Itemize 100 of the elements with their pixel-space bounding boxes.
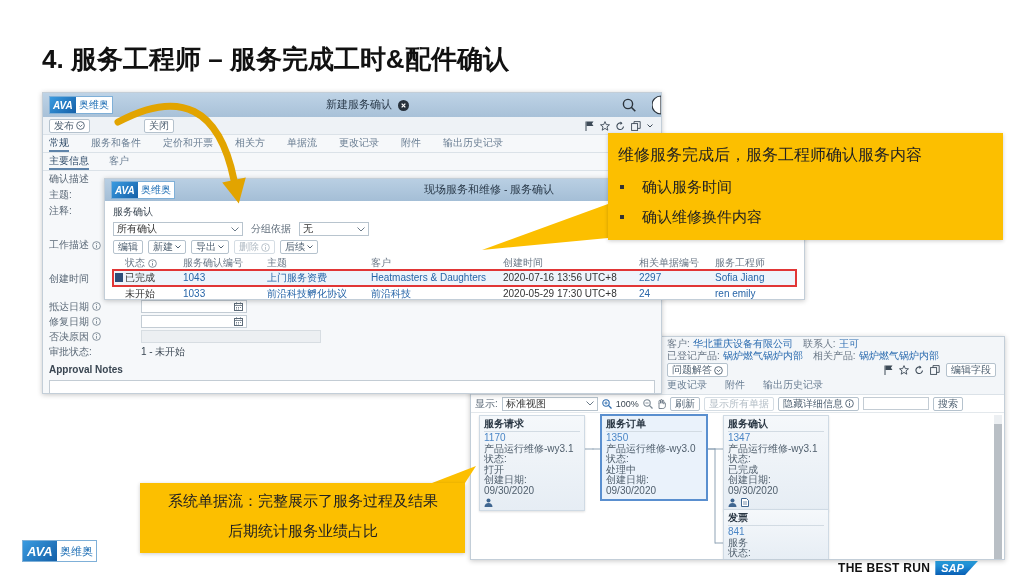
tab[interactable]: 相关方 bbox=[235, 135, 265, 152]
tab[interactable]: 定价和开票 bbox=[163, 135, 213, 152]
view-dropdown[interactable]: 标准视图 bbox=[501, 396, 598, 411]
node-text: 09/30/2020 bbox=[728, 485, 779, 496]
search-field[interactable] bbox=[862, 397, 929, 410]
table-row[interactable]: 未开始 1033 前沿科技孵化协议 前沿科技 2020-05-29 17:30 UTC+8 24 ren emily bbox=[113, 286, 796, 299]
info-link[interactable]: 华北重庆设备有限公司 bbox=[692, 338, 793, 350]
callout-text: 确认服务时间 bbox=[642, 177, 732, 197]
column-header[interactable]: 相关单据编号 bbox=[639, 256, 699, 270]
document-icon[interactable] bbox=[741, 498, 749, 507]
tab[interactable]: 常规 bbox=[49, 135, 69, 152]
tab[interactable]: 更改记录 bbox=[667, 378, 707, 394]
toolbar-button[interactable]: 导出 bbox=[191, 240, 229, 254]
refresh-icon[interactable] bbox=[915, 365, 924, 375]
callout-text: 确认维修换件内容 bbox=[642, 207, 762, 227]
table-cell-text: 2020-07-16 13:56 UTC+8 bbox=[503, 272, 618, 283]
toolbar-button[interactable]: 后续 bbox=[280, 240, 318, 254]
person-icon[interactable] bbox=[728, 498, 737, 507]
zoom-out-icon[interactable] bbox=[642, 398, 653, 409]
field-label: 创建时间 bbox=[49, 273, 89, 285]
toolbar-button[interactable]: 关闭 bbox=[144, 118, 174, 133]
edit-fields-button[interactable]: 编辑字段 bbox=[946, 363, 996, 377]
caret-icon bbox=[231, 226, 239, 232]
node-title: 服务确认 bbox=[728, 418, 824, 432]
flow-node[interactable]: 服务请求 1170 产品运行维修-wy3.1 状态: 打开 创建日期: 09/30/2020 bbox=[479, 415, 585, 511]
table-cell-text: ren emily bbox=[715, 288, 757, 299]
group-by-label: 分组依据 bbox=[251, 222, 291, 236]
toolbar-button[interactable]: 刷新 bbox=[669, 396, 700, 411]
toolbar-button[interactable]: 发布 bbox=[49, 118, 90, 133]
refresh-icon[interactable] bbox=[616, 120, 625, 131]
date-field[interactable] bbox=[141, 315, 247, 328]
column-header[interactable]: 状态 bbox=[125, 256, 145, 270]
node-text: 状态: bbox=[606, 454, 629, 465]
table-cell-text: 已完成 bbox=[125, 270, 156, 285]
node-text: 打开 bbox=[484, 464, 504, 475]
info-icon bbox=[844, 399, 854, 408]
info-link[interactable]: 王可 bbox=[838, 338, 859, 350]
zoom-in-icon[interactable] bbox=[601, 398, 612, 409]
info-link[interactable]: 锅炉燃气锅炉内部 bbox=[722, 350, 803, 362]
window-title: 现场服务和维修 - 服务确认 bbox=[424, 183, 555, 197]
info-label: 已登记产品: bbox=[667, 350, 720, 362]
section-label: 服务确认 bbox=[113, 206, 153, 218]
tab[interactable]: 输出历史记录 bbox=[763, 378, 823, 394]
toolbar-button[interactable]: 隐藏详细信息 bbox=[777, 396, 859, 411]
company-logo: AVA 奥维奥 bbox=[49, 96, 113, 114]
info-icon bbox=[92, 332, 101, 341]
toolbar-button[interactable]: 新建 bbox=[148, 240, 186, 254]
text-field[interactable] bbox=[141, 330, 321, 343]
group-by-dropdown[interactable]: 无 bbox=[299, 222, 369, 236]
table-cell-text: 24 bbox=[639, 288, 652, 299]
star-icon[interactable] bbox=[600, 120, 610, 131]
copy-icon[interactable] bbox=[631, 120, 641, 131]
tab[interactable]: 附件 bbox=[725, 378, 745, 394]
tab[interactable]: 服务和备件 bbox=[91, 135, 141, 152]
flow-node[interactable]: 服务订单 1350 产品运行维修-wy3.0 状态: 处理中 创建日期: 09/30/2020 bbox=[601, 415, 707, 500]
search-button[interactable]: 搜索 bbox=[932, 396, 963, 411]
table-cell-text: 2020-05-29 17:30 UTC+8 bbox=[503, 288, 618, 299]
search-icon[interactable] bbox=[622, 98, 636, 112]
tab[interactable]: 主要信息 bbox=[49, 153, 89, 170]
table-row[interactable]: 已完成 1043 上门服务资费 Heatmasters & Daughters 2020-07-16 13:56 UTC+8 2297 Sofia Jiang bbox=[113, 270, 796, 286]
flow-node[interactable]: 发票 841 服务 状态: bbox=[723, 509, 829, 559]
tab[interactable]: 客户 bbox=[109, 153, 129, 170]
hand-icon[interactable] bbox=[656, 398, 666, 409]
star-icon[interactable] bbox=[899, 365, 909, 375]
info-label: 联系人: bbox=[802, 338, 836, 350]
caret-icon bbox=[307, 245, 313, 249]
column-header[interactable]: 主题 bbox=[267, 256, 287, 270]
tab[interactable]: 单据流 bbox=[287, 135, 317, 152]
column-header[interactable]: 客户 bbox=[371, 256, 391, 270]
caret-icon bbox=[218, 245, 224, 249]
copy-icon[interactable] bbox=[930, 365, 940, 375]
toolbar-button[interactable]: 问题解答 bbox=[667, 363, 728, 377]
tab[interactable]: 输出历史记录 bbox=[443, 135, 503, 152]
tab[interactable]: 附件 bbox=[401, 135, 421, 152]
display-label: 显示: bbox=[475, 396, 498, 411]
filter-dropdown[interactable]: 所有确认 bbox=[113, 222, 243, 236]
date-field[interactable] bbox=[141, 300, 247, 313]
info-icon bbox=[148, 258, 157, 268]
toolbar-button[interactable]: 编辑 bbox=[113, 240, 143, 254]
bullet-icon bbox=[620, 185, 624, 189]
table-cell-text: 未开始 bbox=[125, 286, 156, 299]
scrollbar[interactable] bbox=[994, 415, 1002, 559]
flag-icon[interactable] bbox=[884, 365, 893, 375]
flag-icon[interactable] bbox=[585, 120, 594, 131]
field-label: 主题: bbox=[49, 189, 72, 201]
column-header[interactable]: 服务确认编号 bbox=[183, 256, 243, 270]
section-heading: Approval Notes bbox=[49, 364, 123, 376]
column-header[interactable]: 服务工程师 bbox=[715, 256, 765, 270]
caret-icon[interactable] bbox=[647, 123, 653, 128]
tab[interactable]: 更改记录 bbox=[339, 135, 379, 152]
connector-line bbox=[585, 448, 601, 450]
column-header[interactable]: 创建时间 bbox=[503, 256, 543, 270]
close-icon[interactable] bbox=[397, 99, 409, 111]
calendar-icon[interactable] bbox=[234, 317, 243, 326]
person-icon[interactable] bbox=[484, 498, 493, 507]
info-link[interactable]: 锅炉燃气锅炉内部 bbox=[858, 350, 939, 362]
selection-marker[interactable] bbox=[115, 273, 123, 282]
dropdown-icon bbox=[76, 121, 85, 130]
flow-node[interactable]: 服务确认 1347 产品运行维修-wy3.1 状态: 已完成 创建日期: 09/30/2020 bbox=[723, 415, 829, 511]
calendar-icon[interactable] bbox=[234, 302, 243, 311]
